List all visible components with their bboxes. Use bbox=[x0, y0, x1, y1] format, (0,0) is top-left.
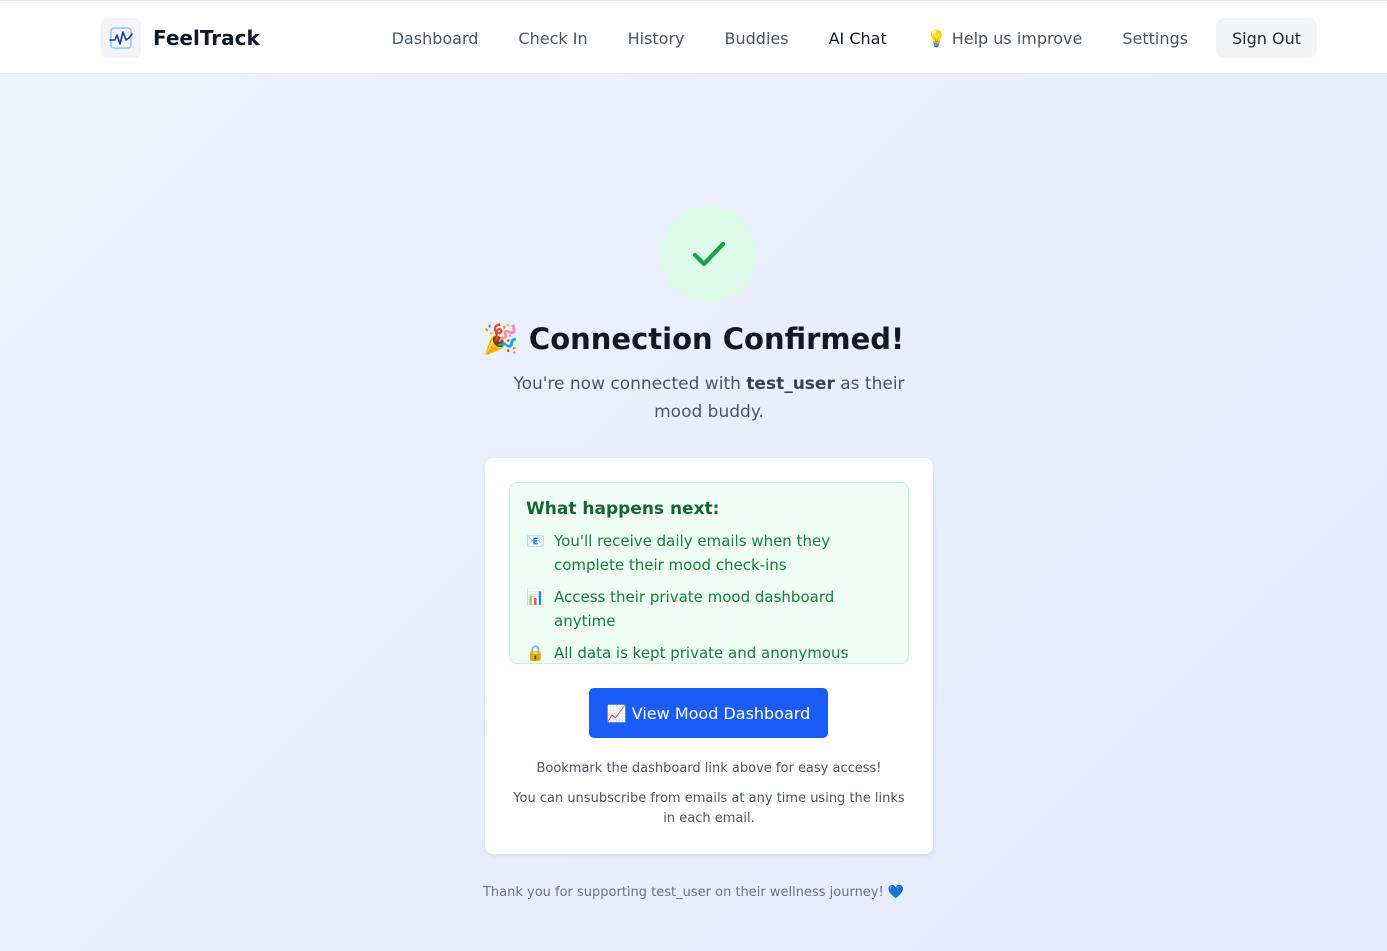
list-item: 📊 Access their private mood dashboard an… bbox=[526, 585, 892, 633]
top-navbar: FeelTrack Dashboard Check In History Bud… bbox=[0, 0, 1387, 74]
nav-dashboard[interactable]: Dashboard bbox=[392, 29, 479, 48]
bookmark-note: Bookmark the dashboard link above for ea… bbox=[536, 761, 882, 776]
nav-history[interactable]: History bbox=[628, 29, 685, 48]
next-steps-panel: What happens next: 📧 You'll receive dail… bbox=[509, 482, 909, 664]
confirmation-card: What happens next: 📧 You'll receive dail… bbox=[485, 458, 933, 854]
app-name: FeelTrack bbox=[153, 26, 260, 50]
next-step-text: You'll receive daily emails when they co… bbox=[554, 532, 831, 574]
nav-check-in[interactable]: Check In bbox=[518, 29, 587, 48]
unsubscribe-note: You can unsubscribe from emails at any t… bbox=[513, 791, 905, 826]
next-step-text: Access their private mood dashboard anyt… bbox=[554, 588, 835, 630]
next-steps-heading: What happens next: bbox=[526, 499, 720, 519]
subtitle-prefix: You're now connected with bbox=[513, 374, 747, 394]
checkmark-icon bbox=[692, 241, 726, 267]
nav-links: Dashboard Check In History Buddies AI Ch… bbox=[392, 18, 1317, 58]
next-step-text: All data is kept private and anonymous bbox=[554, 644, 849, 662]
buddy-username: test_user bbox=[746, 374, 835, 394]
view-mood-dashboard-button[interactable]: 📈 View Mood Dashboard bbox=[589, 688, 828, 738]
nav-help-us-improve[interactable]: 💡 Help us improve bbox=[927, 29, 1083, 48]
list-item: 📧 You'll receive daily emails when they … bbox=[526, 529, 892, 577]
sign-out-button[interactable]: Sign Out bbox=[1216, 18, 1317, 58]
heartbeat-chart-icon bbox=[101, 18, 141, 58]
bar-chart-icon: 📊 bbox=[526, 588, 545, 606]
list-item: 🔒 All data is kept private and anonymous bbox=[526, 641, 892, 665]
page-subtitle: You're now connected with test_user as t… bbox=[494, 370, 924, 426]
nav-settings[interactable]: Settings bbox=[1122, 29, 1188, 48]
brand[interactable]: FeelTrack bbox=[101, 18, 260, 58]
page-title: 🎉 Connection Confirmed! bbox=[482, 322, 905, 356]
footer-thanks: Thank you for supporting test_user on th… bbox=[482, 885, 905, 900]
nav-ai-chat[interactable]: AI Chat bbox=[829, 29, 887, 48]
lock-icon: 🔒 bbox=[526, 644, 545, 662]
success-badge bbox=[661, 206, 757, 302]
email-icon: 📧 bbox=[526, 532, 545, 550]
nav-buddies[interactable]: Buddies bbox=[725, 29, 789, 48]
